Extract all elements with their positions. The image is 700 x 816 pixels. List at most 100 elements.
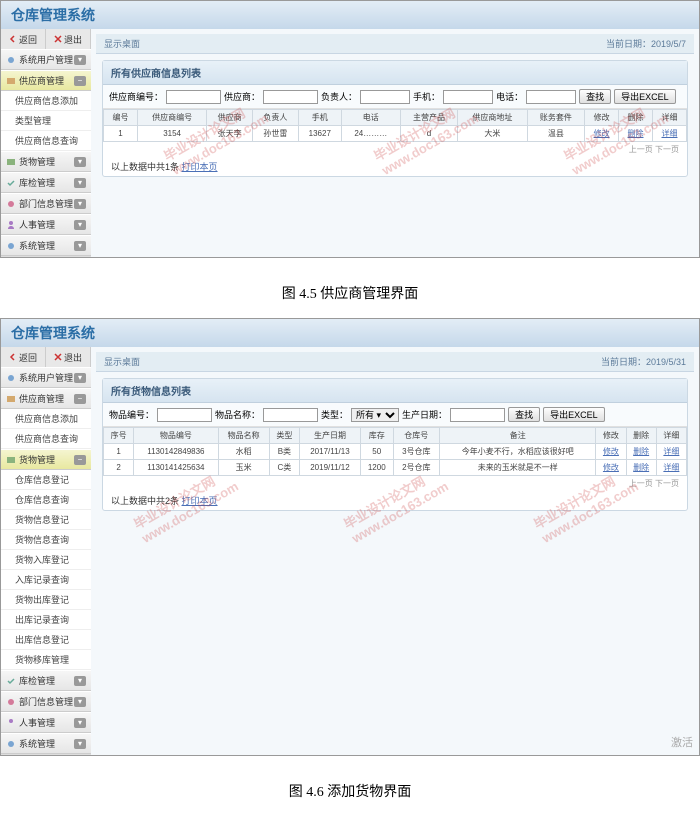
back-button[interactable]: 返回 [1, 29, 46, 49]
input-phone[interactable] [526, 90, 576, 104]
panel-title: 所有供应商信息列表 [103, 61, 687, 85]
nav-supplier-query[interactable]: 供应商信息查询 [1, 429, 91, 449]
column-header: 物品名称 [218, 428, 269, 444]
input-item-code[interactable] [157, 408, 212, 422]
expand-icon: ▾ [74, 199, 86, 209]
sidebar-item-system-users[interactable]: 系统用户管理▾ [1, 367, 91, 388]
nav-wh-query[interactable]: 仓库信息查询 [1, 490, 91, 510]
nav-supplier-add[interactable]: 供应商信息添加 [1, 91, 91, 111]
expand-icon: ▾ [74, 178, 86, 188]
sidebar-item-inspect[interactable]: 库检管理▾ [1, 670, 91, 691]
table-cell[interactable]: 删除 [619, 126, 653, 142]
table-cell[interactable]: 删除 [626, 444, 656, 460]
app-title: 仓库管理系统 [11, 5, 95, 25]
nav-goods-query[interactable]: 货物信息查询 [1, 530, 91, 550]
sidebar-item-sys[interactable]: 系统管理▾ [1, 235, 91, 256]
column-header: 详细 [656, 428, 686, 444]
current-date: 当前日期：2019/5/31 [601, 355, 686, 368]
print-link[interactable]: 打印本页 [182, 162, 218, 172]
print-link[interactable]: 打印本页 [182, 496, 218, 506]
supplier-table: 编号供应商编号供应商负责人手机电话主营产品供应商地址账务套件修改删除详细 131… [103, 109, 687, 142]
nav-out-query[interactable]: 出库记录查询 [1, 610, 91, 630]
sidebar-item-hr[interactable]: 人事管理▾ [1, 214, 91, 235]
nav-outinfo-reg[interactable]: 出库信息登记 [1, 630, 91, 650]
table-cell[interactable]: 详细 [652, 126, 686, 142]
table-cell: 1130142849836 [134, 444, 218, 460]
pager[interactable]: 上一页 下一页 [103, 476, 687, 491]
sidebar-item-dept[interactable]: 部门信息管理▾ [1, 691, 91, 712]
select-type[interactable]: 所有 ▾ [351, 408, 399, 422]
sidebar-top-controls: 返回 退出 [1, 347, 91, 367]
table-cell[interactable]: 修改 [585, 126, 619, 142]
exit-icon [54, 35, 62, 43]
table-cell: C类 [269, 460, 299, 476]
input-mobile[interactable] [443, 90, 493, 104]
exit-button[interactable]: 退出 [46, 347, 91, 367]
nav-move[interactable]: 货物移库管理 [1, 650, 91, 670]
sidebar-item-goods[interactable]: 货物管理− [1, 449, 91, 470]
table-cell: 温县 [527, 126, 585, 142]
table-cell: 1200 [360, 460, 393, 476]
sidebar-item-hr[interactable]: 人事管理▾ [1, 712, 91, 733]
sidebar-item-supplier[interactable]: 供应商管理− [1, 388, 91, 409]
nav-wh-reg[interactable]: 仓库信息登记 [1, 470, 91, 490]
box-icon [6, 455, 16, 465]
column-header: 生产日期 [299, 428, 360, 444]
nav-supplier-query[interactable]: 供应商信息查询 [1, 131, 91, 151]
input-supplier[interactable] [263, 90, 318, 104]
sidebar-item-sys[interactable]: 系统管理▾ [1, 733, 91, 754]
nav-type-manage[interactable]: 类型管理 [1, 111, 91, 131]
nav-label: 货物管理 [19, 155, 55, 168]
back-label: 返回 [19, 33, 37, 46]
nav-in-reg[interactable]: 货物入库登记 [1, 550, 91, 570]
table-cell[interactable]: 修改 [596, 444, 626, 460]
table-cell: 3154 [137, 126, 206, 142]
table-cell[interactable]: 修改 [596, 460, 626, 476]
breadcrumb-home[interactable]: 显示桌面 [104, 355, 140, 368]
nav-goods-reg[interactable]: 货物信息登记 [1, 510, 91, 530]
input-owner[interactable] [360, 90, 410, 104]
panel-title: 所有货物信息列表 [103, 379, 687, 403]
table-cell[interactable]: 详细 [656, 460, 686, 476]
back-icon [9, 353, 17, 361]
table-cell[interactable]: 详细 [656, 444, 686, 460]
nav-in-query[interactable]: 入库记录查询 [1, 570, 91, 590]
screenshot-goods-management: 仓库管理系统 返回 退出 系统用户管理▾ 供应商管理− 供应商信息添加 供应商信… [0, 318, 700, 756]
record-count-line: 以上数据中共2条 打印本页 [103, 491, 687, 510]
column-header: 修改 [585, 110, 619, 126]
back-button[interactable]: 返回 [1, 347, 46, 367]
column-header: 账务套件 [527, 110, 585, 126]
column-header: 供应商地址 [458, 110, 527, 126]
nav-supplier-add[interactable]: 供应商信息添加 [1, 409, 91, 429]
sidebar-item-goods[interactable]: 货物管理▾ [1, 151, 91, 172]
person-icon [6, 718, 16, 728]
sidebar-item-supplier[interactable]: 供应商管理− [1, 70, 91, 91]
exit-button[interactable]: 退出 [46, 29, 91, 49]
sidebar-item-dept[interactable]: 部门信息管理▾ [1, 193, 91, 214]
label-prod-date: 生产日期： [402, 408, 447, 421]
check-icon [6, 178, 16, 188]
pager[interactable]: 上一页 下一页 [103, 142, 687, 157]
nav-label: 系统用户管理 [19, 53, 73, 66]
supplier-list-panel: 所有供应商信息列表 供应商编号： 供应商： 负责人： 手机： 电话： 查找 导出… [102, 60, 688, 177]
column-header: 库存 [360, 428, 393, 444]
table-cell: 1130141425634 [134, 460, 218, 476]
table-cell[interactable]: 删除 [626, 460, 656, 476]
nav-out-reg[interactable]: 货物出库登记 [1, 590, 91, 610]
expand-icon: ▾ [74, 220, 86, 230]
input-prod-date[interactable] [450, 408, 505, 422]
search-button[interactable]: 查找 [508, 407, 540, 422]
export-button[interactable]: 导出EXCEL [614, 89, 676, 104]
input-supplier-code[interactable] [166, 90, 221, 104]
input-item-name[interactable] [263, 408, 318, 422]
figure-caption-2: 图 4.6 添加货物界面 [0, 766, 700, 816]
sidebar-item-system-users[interactable]: 系统用户管理▾ [1, 49, 91, 70]
table-cell: 2号仓库 [393, 460, 440, 476]
sidebar-item-inspect[interactable]: 库检管理▾ [1, 172, 91, 193]
collapse-icon: − [74, 394, 86, 404]
breadcrumb-home[interactable]: 显示桌面 [104, 37, 140, 50]
search-button[interactable]: 查找 [579, 89, 611, 104]
export-button[interactable]: 导出EXCEL [543, 407, 605, 422]
app-header: 仓库管理系统 [1, 1, 699, 29]
column-header: 负责人 [252, 110, 298, 126]
